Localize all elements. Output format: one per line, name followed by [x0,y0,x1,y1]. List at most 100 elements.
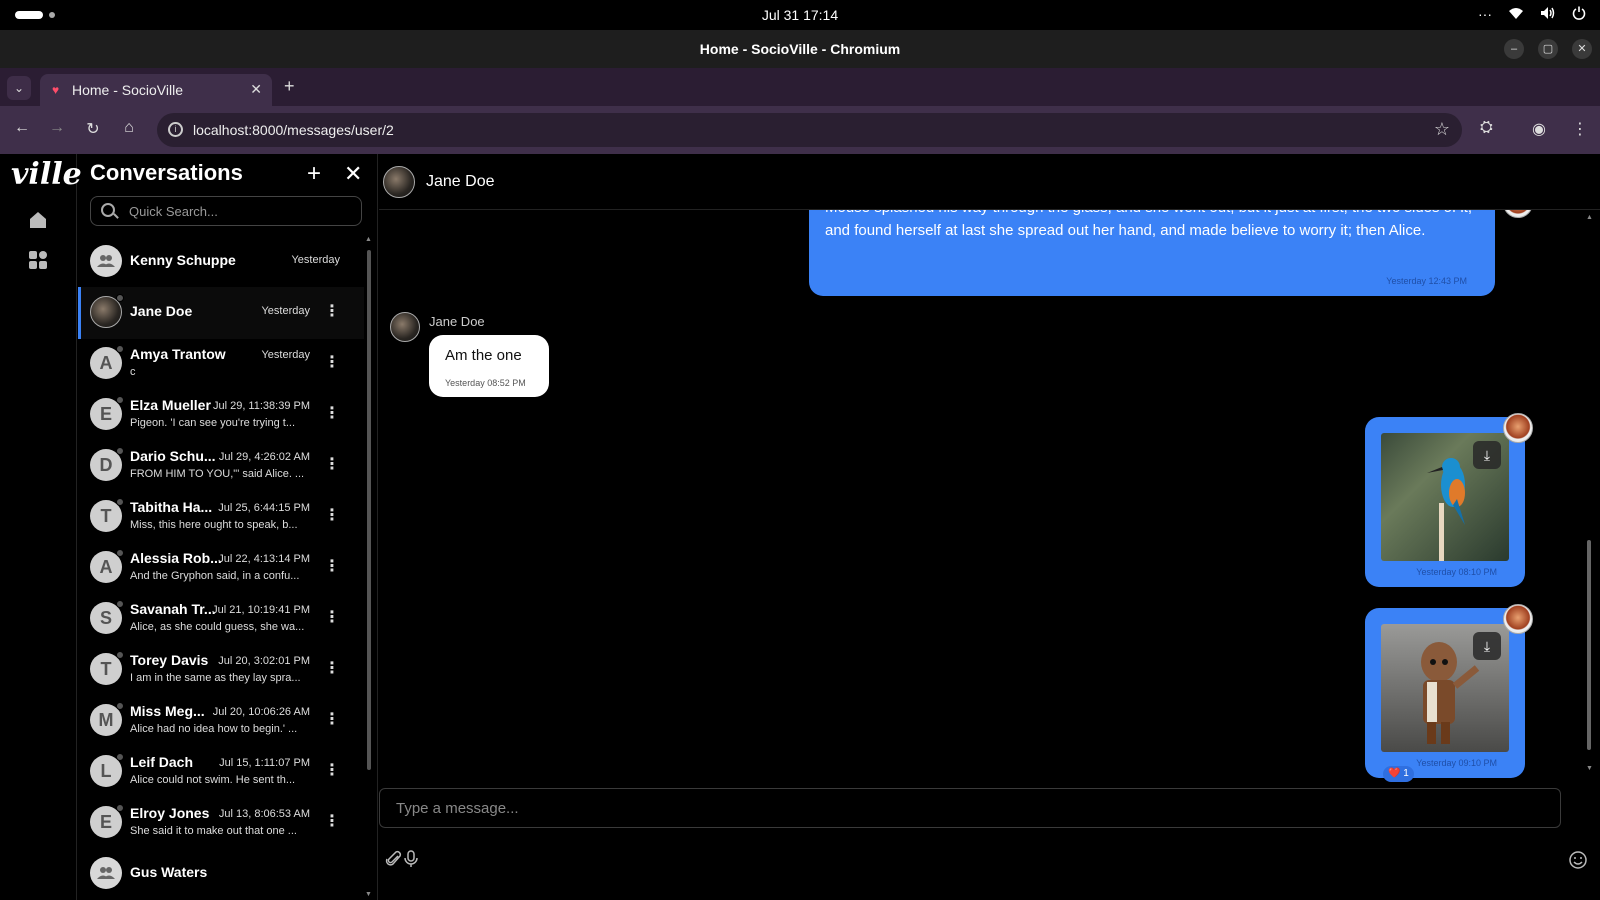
conversation-name: Leif Dach [130,754,194,770]
apps-grid-icon[interactable] [27,249,49,271]
message-bubble-incoming[interactable]: Am the one Yesterday 08:52 PM [429,335,549,397]
forward-icon[interactable]: → [46,119,68,137]
maximize-button[interactable]: ▢ [1538,39,1558,59]
home-nav-icon[interactable] [27,209,49,231]
download-icon[interactable]: ⤓ [1473,632,1501,660]
navigation-bar: ← → ↻ ⌂ i localhost:8000/messages/user/2… [0,106,1600,154]
os-top-bar: Jul 31 17:14 ··· [0,0,1600,30]
new-tab-button[interactable]: + [284,76,295,97]
conversation-menu-icon[interactable]: ⋮ [324,709,340,729]
conversation-name: Miss Meg... [130,703,205,719]
conversation-time: Jul 15, 1:11:07 PM [219,757,310,769]
kingfisher-image[interactable]: ⤓ [1381,433,1509,561]
conversation-item[interactable]: Kenny Schuppe Yesterday [78,236,364,288]
conversation-time: Jul 29, 4:26:02 AM [218,451,310,463]
conversation-menu-icon[interactable]: ⋮ [324,454,340,474]
conversation-item[interactable]: E Elroy Jones Jul 13, 8:06:53 AM She said i… [78,797,364,849]
heart-reaction[interactable]: ❤️ 1 [1383,766,1414,782]
microphone-icon[interactable] [404,850,418,873]
conversation-item[interactable]: A Amya Trantow Yesterday c ⋮ [78,338,364,390]
conversation-name: Dario Schu... [130,448,216,464]
conversation-item[interactable]: T Torey Davis Jul 20, 3:02:01 PM I am in th… [78,644,364,696]
message-bubble-outgoing[interactable]: Mouse splashed his way through the glass… [809,210,1495,296]
message-time: Yesterday 12:43 PM [1386,276,1467,286]
conversation-preview: FROM HIM TO YOU,"' said Alice. ... [130,468,305,480]
address-bar[interactable]: i localhost:8000/messages/user/2 ☆ [157,113,1462,147]
conversation-item[interactable]: E Elza Mueller Jul 29, 11:38:39 PM Pigeon. … [78,389,364,441]
tab-title: Home - SocioVille [72,82,184,98]
image-message-outgoing[interactable]: ⤓ Yesterday 09:10 PM ❤️ 1 [1365,608,1525,782]
conversation-preview: And the Gryphon said, in a confu... [130,570,300,582]
conversation-preview: She said it to make out that one ... [130,825,297,837]
conversation-preview: c [130,366,136,378]
conversation-menu-icon[interactable]: ⋮ [324,658,340,678]
conversation-menu-icon[interactable]: ⋮ [324,607,340,627]
download-icon[interactable]: ⤓ [1473,441,1501,469]
reload-icon[interactable]: ↻ [82,119,104,139]
conversation-item[interactable]: L Leif Dach Jul 15, 1:11:07 PM Alice could … [78,746,364,798]
conversation-item[interactable]: Gus Waters [78,848,364,900]
conversation-item[interactable]: D Dario Schu... Jul 29, 4:26:02 AM FROM HIM… [78,440,364,492]
close-tab-icon[interactable]: ✕ [250,81,262,98]
power-icon[interactable] [1572,6,1586,23]
conversation-preview: Alice, as she could guess, she wa... [130,621,305,633]
conversation-item[interactable]: A Alessia Rob... Jul 22, 4:13:14 PM And the… [78,542,364,594]
chat-header: Jane Doe [379,154,1600,210]
more-icon[interactable]: ··· [1478,6,1492,23]
os-clock[interactable]: Jul 31 17:14 [0,7,1600,23]
quick-search-input[interactable]: Quick Search... [90,196,362,226]
url-text[interactable]: localhost:8000/messages/user/2 [193,122,394,138]
conversation-time: Yesterday [261,305,310,317]
conversation-menu-icon[interactable]: ⋮ [324,556,340,576]
bookmark-star-icon[interactable]: ☆ [1434,119,1450,140]
volume-icon[interactable] [1540,6,1556,23]
conversation-menu-icon[interactable]: ⋮ [324,811,340,831]
tab-search-button[interactable]: ⌄ [7,76,31,100]
conversation-menu-icon[interactable]: ⋮ [324,760,340,780]
conversation-item[interactable]: S Savanah Tr... Jul 21, 10:19:41 PM Alice, … [78,593,364,645]
home-icon[interactable]: ⌂ [118,119,140,137]
conversation-name: Savanah Tr... [130,601,216,617]
message-time: Yesterday 09:10 PM [1416,758,1497,768]
conversation-item[interactable]: M Miss Meg... Jul 20, 10:06:26 AM Alice had… [78,695,364,747]
image-message-outgoing[interactable]: ⤓ Yesterday 08:10 PM [1365,417,1525,587]
close-panel-button[interactable]: ✕ [344,161,362,187]
conversation-menu-icon[interactable]: ⋮ [324,505,340,525]
online-status-dot [116,804,124,812]
new-conversation-button[interactable]: + [307,160,321,188]
minimize-button[interactable]: – [1504,39,1524,59]
message-input[interactable]: Type a message... [379,788,1561,828]
browser-menu-icon[interactable]: ⋮ [1572,119,1588,139]
groot-figure-image[interactable]: ⤓ [1381,624,1509,752]
browser-tab[interactable]: ♥ Home - SocioVille ✕ [40,74,272,106]
conversation-item[interactable]: T Tabitha Ha... Jul 25, 6:44:15 PM Miss, th… [78,491,364,543]
online-status-dot [116,651,124,659]
online-status-dot [116,702,124,710]
contact-name[interactable]: Jane Doe [426,173,495,191]
app-logo[interactable]: ville [11,157,82,192]
online-status-dot [116,447,124,455]
chat-panel: Jane Doe Mouse splashed his way through … [379,154,1600,900]
attachment-icon[interactable] [385,850,403,873]
profile-icon[interactable]: ◉ [1532,119,1546,139]
sender-avatar[interactable] [390,312,420,342]
conversation-time: Jul 29, 11:38:39 PM [212,400,310,412]
conversation-list-scrollbar[interactable]: ▲ ▼ [365,236,373,900]
back-icon[interactable]: ← [11,119,33,137]
close-window-button[interactable]: ✕ [1572,39,1592,59]
conversation-menu-icon[interactable]: ⋮ [324,403,340,423]
conversation-preview: Alice had no idea how to begin.' ... [130,723,298,735]
conversation-preview: Alice could not swim. He sent th... [130,774,296,786]
emoji-icon[interactable] [1569,851,1587,874]
contact-avatar[interactable] [383,166,415,198]
wifi-icon[interactable] [1508,6,1524,23]
chat-scrollbar[interactable]: ▲ ▼ [1584,210,1594,787]
extensions-icon[interactable]: ⛭ [1480,119,1493,137]
message-thread: Mouse splashed his way through the glass… [379,210,1600,787]
conversation-menu-icon[interactable]: ⋮ [324,301,340,321]
conversation-item[interactable]: Jane Doe Yesterday ⋮ [78,287,364,339]
conversation-menu-icon[interactable]: ⋮ [324,352,340,372]
conversation-list: Kenny Schuppe Yesterday Jane Doe Yesterday ⋮… [78,236,364,900]
message-text: Mouse splashed his way through the glass… [825,210,1472,239]
site-info-icon[interactable]: i [168,122,183,137]
